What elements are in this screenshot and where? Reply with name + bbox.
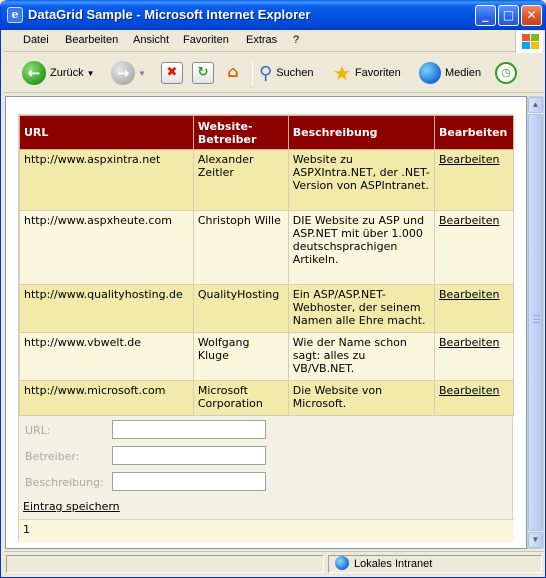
stop-button[interactable]: ✖ [161,59,183,87]
back-dropdown-icon[interactable]: ▼ [87,69,95,78]
back-label: Zurück [50,67,84,79]
cell-operator: Microsoft Corporation [192,380,289,416]
forward-arrow-icon: → [111,61,135,85]
cell-description: Website zu ASPXIntra.NET, der .NET-Versi… [287,149,436,211]
toolbar: ← Zurück ▼ → ▼ ✖ ↻ ⌂ ⚲ Suchen ★ Favorite… [4,53,544,93]
close-button[interactable]: ✕ [521,5,542,26]
refresh-icon: ↻ [192,62,214,84]
close-icon: ✕ [526,8,537,22]
header-row: URL Website-Betreiber Beschreibung Bearb… [19,115,514,150]
menu-extras[interactable]: Extras [246,34,277,46]
datagrid: URL Website-Betreiber Beschreibung Bearb… [19,115,514,416]
favorites-star-icon: ★ [333,62,351,85]
edit-link[interactable]: Bearbeiten [439,214,499,227]
page-number[interactable]: 1 [23,523,30,536]
menu-datei[interactable]: Datei [23,34,49,46]
cell-description: DIE Website zu ASP und ASP.NET mit über … [287,210,436,285]
description-input[interactable] [112,472,266,491]
maximize-button[interactable]: □ [498,5,519,26]
scroll-down-button[interactable]: ▼ [528,532,543,548]
stop-icon: ✖ [161,62,183,84]
toolbar-separator [252,61,253,85]
datagrid-container: URL Website-Betreiber Beschreibung Bearb… [18,114,514,542]
home-icon: ⌂ [227,62,239,81]
edit-link[interactable]: Bearbeiten [439,336,499,349]
search-label: Suchen [276,67,314,79]
url-label: URL: [25,424,51,437]
forward-dropdown-icon[interactable]: ▼ [138,69,146,78]
history-icon: ◷ [495,62,517,84]
cell-url: http://www.vbwelt.de [19,332,194,381]
minimize-button[interactable]: _ [475,5,496,26]
cell-operator: QualityHosting [192,284,289,333]
favorites-button[interactable]: ★ Favoriten [333,59,401,87]
back-arrow-icon: ← [22,61,46,85]
cell-edit: Bearbeiten [434,332,514,381]
favorites-label: Favoriten [354,67,401,79]
table-row: http://www.aspxintra.net Alexander Zeitl… [19,149,514,211]
cell-operator: Alexander Zeitler [192,149,289,211]
minimize-icon: _ [482,8,489,22]
menu-bar: Datei Bearbeiten Ansicht Favoriten Extra… [4,30,544,53]
windows-flag-icon [515,31,543,53]
status-bar: Lokales Intranet [4,551,544,575]
cell-operator: Christoph Wille [192,210,289,285]
edit-link[interactable]: Bearbeiten [439,384,499,397]
cell-edit: Bearbeiten [434,380,514,416]
edit-link[interactable]: Bearbeiten [439,153,499,166]
operator-label: Betreiber: [25,450,80,463]
refresh-button[interactable]: ↻ [192,59,214,87]
cell-edit: Bearbeiten [434,284,514,333]
table-row: http://www.microsoft.com Microsoft Corpo… [19,380,514,416]
column-header-description: Beschreibung [287,115,436,150]
cell-description: Die Website von Microsoft. [287,380,436,416]
operator-input[interactable] [112,446,266,465]
media-icon [419,62,441,84]
description-label: Beschreibung: [25,476,104,489]
cell-edit: Bearbeiten [434,210,514,285]
media-button[interactable]: Medien [419,59,481,87]
table-row: http://www.aspxheute.com Christoph Wille… [19,210,514,285]
vertical-scrollbar[interactable]: ▲ ▼ [527,96,544,549]
menu-bearbeiten[interactable]: Bearbeiten [65,34,118,46]
window-title: DataGrid Sample - Microsoft Internet Exp… [28,7,311,22]
menu-help[interactable]: ? [293,34,299,46]
title-bar[interactable]: e DataGrid Sample - Microsoft Internet E… [1,0,545,30]
status-pane-main [6,555,324,573]
pager: 1 [19,519,514,542]
menu-ansicht[interactable]: Ansicht [133,34,169,46]
scroll-thumb[interactable] [528,114,543,531]
cell-description: Wie der Name schon sagt: alles zu VB/VB.… [287,332,436,381]
search-button[interactable]: ⚲ Suchen [259,59,314,87]
url-input[interactable] [112,420,266,439]
home-button[interactable]: ⌂ [222,59,244,87]
forward-button[interactable]: → ▼ [111,59,146,87]
cell-description: Ein ASP/ASP.NET-Webhoster, der seinem Na… [287,284,436,333]
security-zone: Lokales Intranet [354,558,433,570]
maximize-icon: □ [502,8,515,22]
page-content: URL Website-Betreiber Beschreibung Bearb… [5,96,527,549]
cell-url: http://www.microsoft.com [19,380,194,416]
edit-link[interactable]: Bearbeiten [439,288,499,301]
browser-window: e DataGrid Sample - Microsoft Internet E… [0,0,546,578]
table-row: http://www.vbwelt.de Wolfgang Kluge Wie … [19,332,514,381]
scroll-up-button[interactable]: ▲ [528,97,543,113]
save-entry-link[interactable]: Eintrag speichern [23,500,120,513]
history-button[interactable]: ◷ [495,59,517,87]
column-header-operator: Website-Betreiber [192,115,289,150]
ie-icon: e [7,7,23,23]
back-button[interactable]: ← Zurück ▼ [22,59,95,87]
cell-edit: Bearbeiten [434,149,514,211]
cell-url: http://www.qualityhosting.de [19,284,194,333]
table-row: http://www.qualityhosting.de QualityHost… [19,284,514,333]
media-label: Medien [445,67,482,79]
column-header-url: URL [19,115,194,150]
column-header-edit: Bearbeiten [434,115,514,150]
intranet-globe-icon [335,556,349,570]
cell-operator: Wolfgang Kluge [192,332,289,381]
search-icon: ⚲ [259,62,273,83]
cell-url: http://www.aspxintra.net [19,149,194,211]
cell-url: http://www.aspxheute.com [19,210,194,285]
menu-favoriten[interactable]: Favoriten [183,34,229,46]
